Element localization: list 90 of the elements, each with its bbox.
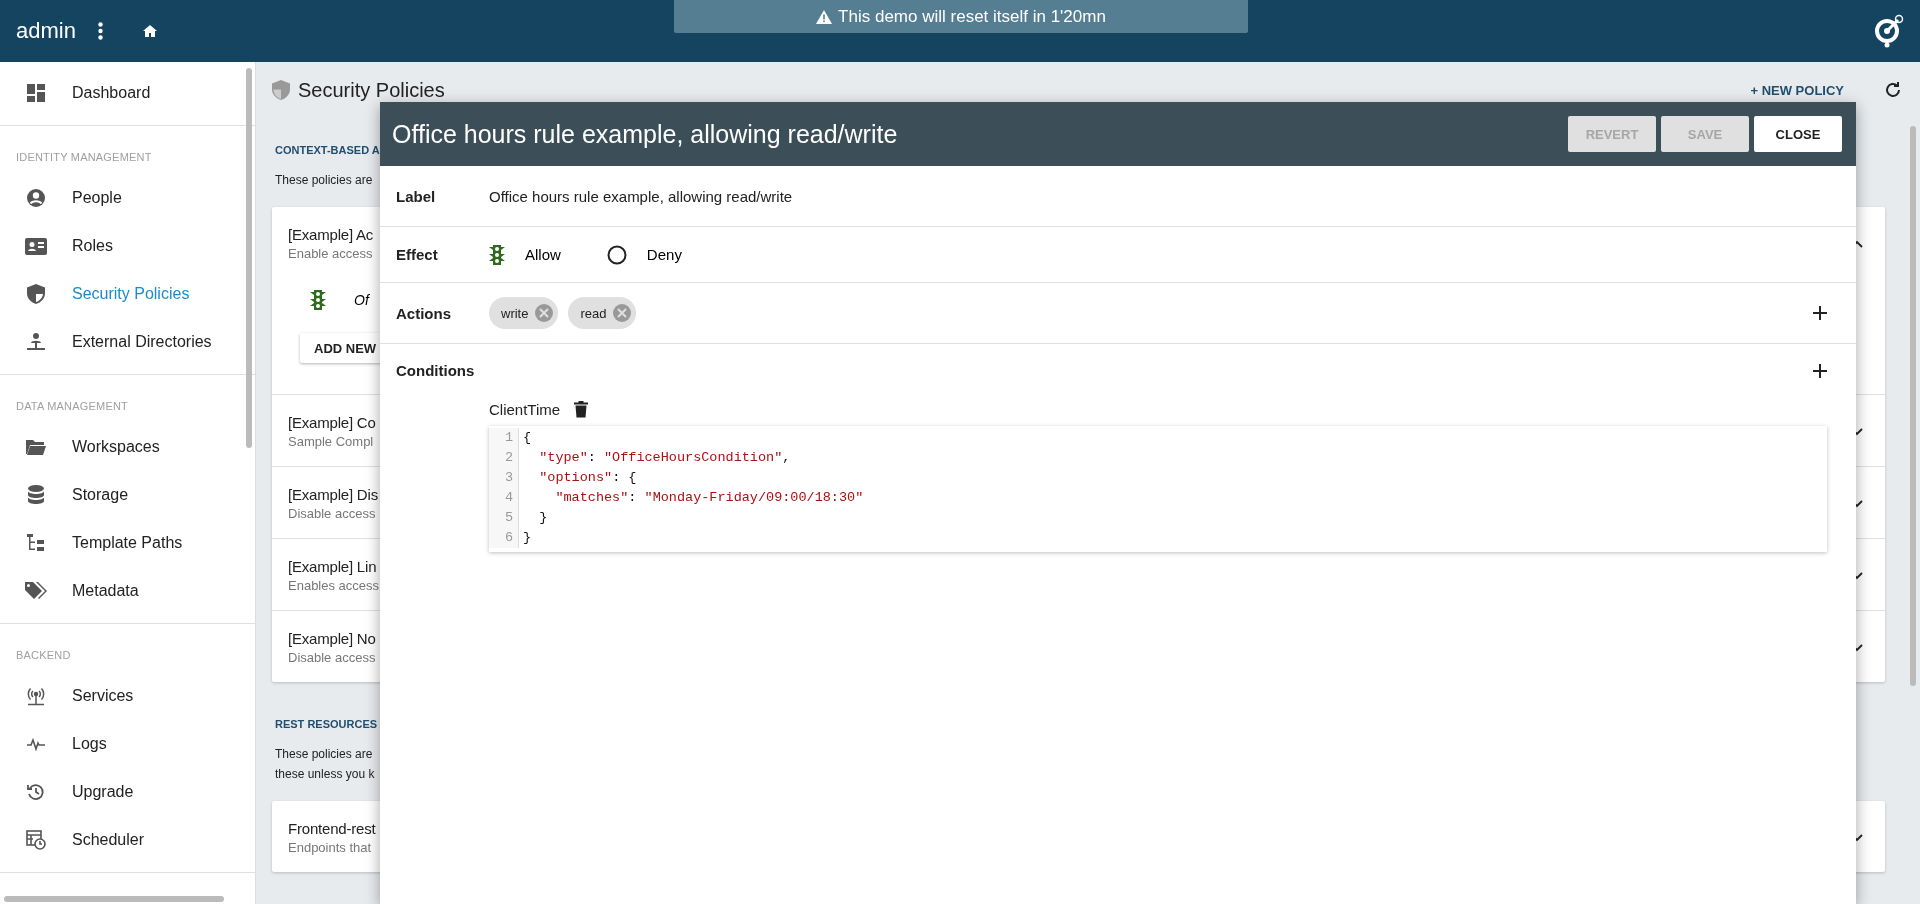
policy-description: Enables access	[288, 578, 380, 593]
policy-title: [Example] No	[288, 630, 376, 647]
sidebar-item[interactable]: Template Paths	[0, 519, 240, 567]
policy-title: [Example] Lin	[288, 558, 377, 575]
code-line: }	[538, 509, 549, 527]
dashboard-icon	[27, 84, 45, 102]
section-description: These policies are	[275, 172, 373, 189]
line-number: 3	[503, 469, 513, 487]
line-number: 1	[503, 429, 513, 447]
logo-icon	[1874, 14, 1904, 48]
traffic-light-icon	[310, 289, 326, 311]
banner-text: This demo will reset itself in 1'20mn	[838, 6, 1106, 27]
sidebar-item[interactable]: Storage	[0, 471, 240, 519]
page-title: Security Policies	[298, 78, 445, 102]
code-line: {	[522, 429, 533, 447]
policy-title: [Example] Ac	[288, 226, 374, 243]
policy-description: Enable access	[288, 246, 373, 261]
calendar-clock-icon	[26, 830, 46, 850]
section-heading: DATA MANAGEMENT	[15, 399, 129, 414]
history-icon	[27, 783, 45, 801]
section-heading: CONTEXT-BASED A	[275, 144, 380, 156]
scrollbar[interactable]	[4, 896, 224, 902]
line-number: 5	[503, 509, 513, 527]
policy-title: [Example] Co	[288, 414, 376, 431]
home-icon[interactable]	[142, 25, 157, 37]
sidebar-item[interactable]: Logs	[0, 720, 240, 768]
section-heading: BACKEND	[15, 648, 72, 663]
section-description: These policies are	[275, 746, 373, 763]
refresh-icon[interactable]	[1884, 81, 1902, 99]
person-icon	[26, 188, 46, 208]
id-card-icon	[25, 237, 47, 255]
folder-icon	[26, 439, 46, 455]
section-description: these unless you k	[275, 766, 375, 783]
option-label: Allow	[525, 246, 561, 263]
sidebar-item[interactable]: Roles	[0, 222, 240, 270]
option-label: Deny	[646, 246, 682, 263]
add-icon[interactable]	[1813, 306, 1827, 320]
sidebar-item[interactable]: Services	[0, 672, 240, 720]
dialog-button[interactable]: CLOSE	[1754, 116, 1842, 152]
line-number: 4	[503, 489, 513, 507]
warning-icon	[816, 9, 833, 24]
code-line: "type": "OfficeHoursCondition",	[538, 449, 792, 467]
condition-name: ClientTime	[489, 401, 561, 418]
line-number: 2	[503, 449, 513, 467]
line-number: 6	[503, 529, 513, 547]
tags-icon	[25, 582, 47, 600]
radio-button[interactable]	[606, 244, 627, 265]
user-network-icon	[26, 332, 46, 352]
sidebar-item[interactable]: Upgrade	[0, 768, 240, 816]
new-policy-button[interactable]: + NEW POLICY	[1750, 82, 1844, 98]
policy-title: [Example] Dis	[288, 486, 378, 503]
policy-description: Sample Compl	[288, 434, 374, 449]
sidebar-item[interactable]: Scheduler	[0, 816, 240, 864]
field-label: Label	[396, 187, 437, 205]
antenna-icon	[26, 686, 46, 706]
policy-title: Frontend-rest	[288, 820, 376, 837]
sidebar-item[interactable]: External Directories	[0, 318, 240, 366]
user-name: admin	[16, 18, 76, 44]
trash-icon[interactable]	[574, 401, 589, 418]
field-label: Conditions	[396, 362, 476, 379]
section-heading: REST RESOURCES	[275, 718, 378, 730]
sidebar-item[interactable]: Dashboard	[0, 69, 240, 117]
action-chip: write	[489, 297, 559, 329]
code-line: }	[522, 529, 533, 547]
sidebar-item[interactable]: Metadata	[0, 567, 240, 615]
menu-icon[interactable]	[97, 22, 103, 40]
database-icon	[28, 485, 44, 505]
shield-icon	[272, 80, 290, 100]
code-line: "options": {	[538, 469, 638, 487]
policy-description: Disable access	[288, 506, 376, 521]
sidebar-item[interactable]: People	[0, 174, 240, 222]
code-editor[interactable]: 1 2 3 4 5 6 { "type": "OfficeHoursCondition", "options": { "matches": "Monday-Friday/09:00/18:30" } }	[489, 426, 1827, 552]
pulse-icon	[27, 737, 45, 751]
code-line: "matches": "Monday-Friday/09:00/18:30"	[554, 489, 865, 507]
section-heading: IDENTITY MANAGEMENT	[15, 150, 153, 165]
scrollbar[interactable]	[1910, 126, 1916, 686]
label-value[interactable]: Office hours rule example, allowing read/write	[489, 187, 793, 205]
rule-label: Of	[354, 292, 369, 308]
action-chip: read	[568, 297, 637, 329]
dialog-title: Office hours rule example, allowing read/write	[392, 119, 898, 149]
scrollbar[interactable]	[246, 68, 252, 448]
field-label: Effect	[396, 246, 439, 263]
tree-icon	[27, 534, 45, 552]
shield-icon	[27, 284, 45, 304]
add-icon[interactable]	[1813, 363, 1827, 378]
sidebar-item[interactable]: Workspaces	[0, 423, 240, 471]
policy-description: Endpoints that	[288, 840, 372, 855]
sidebar-item[interactable]: Security Policies	[0, 270, 240, 318]
policy-description: Disable access	[288, 650, 376, 665]
field-label: Actions	[396, 304, 452, 322]
